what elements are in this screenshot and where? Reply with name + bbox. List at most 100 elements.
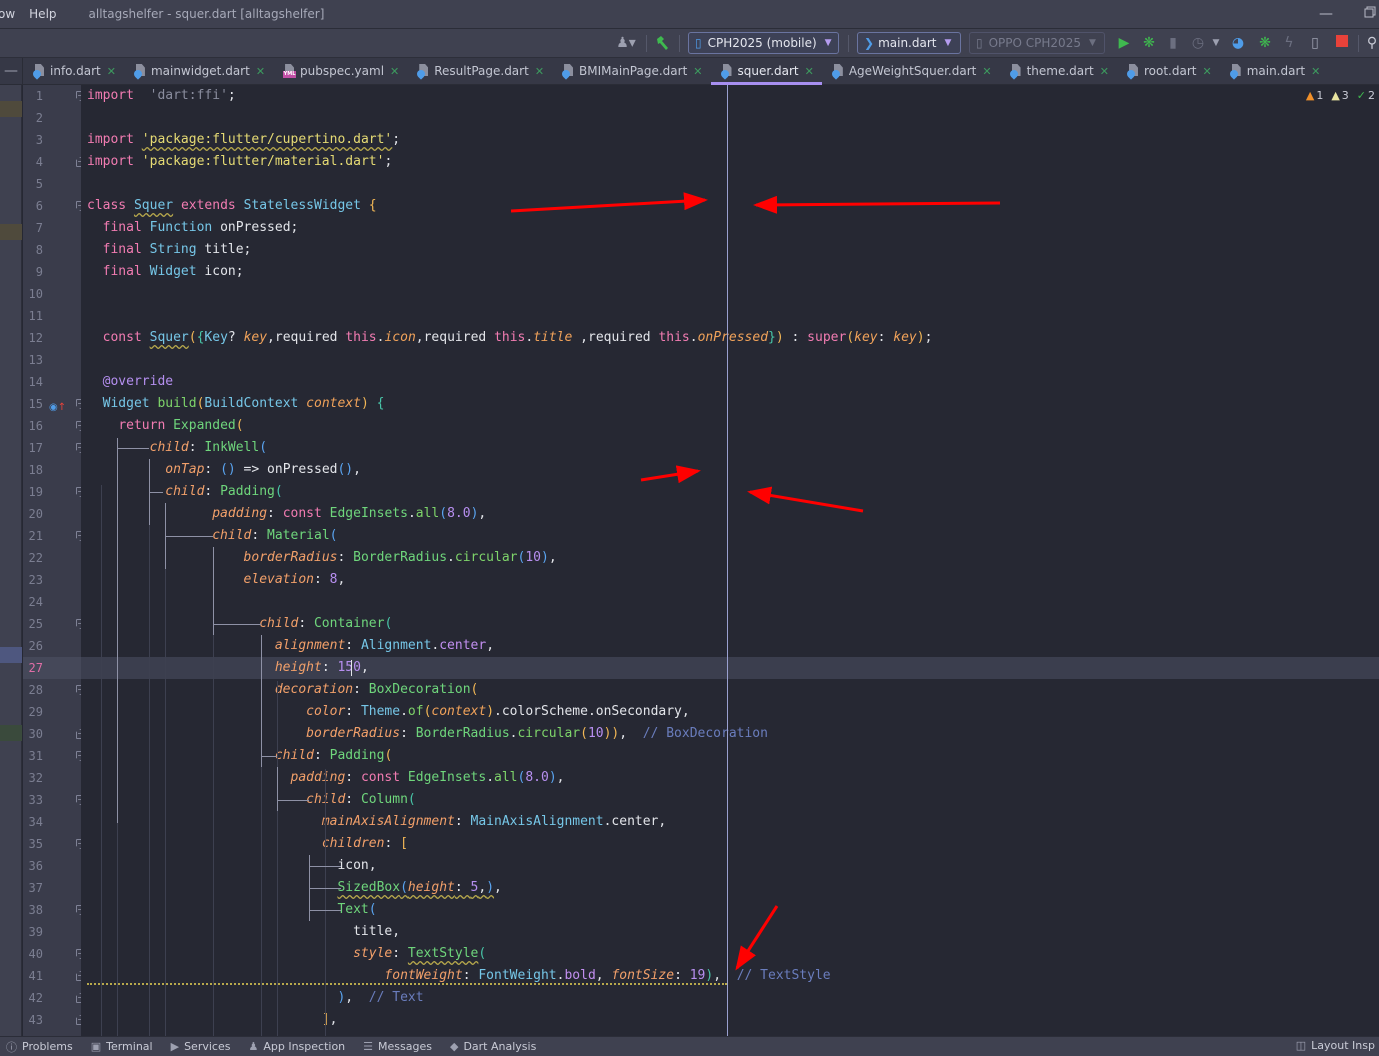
run-config-combo[interactable]: ❯ main.dart ▼ [857, 32, 961, 54]
debug-attach-icon[interactable]: ❋ [1257, 35, 1273, 51]
line-number[interactable]: 20 [23, 503, 43, 525]
code-line[interactable]: alignment: Alignment.center, [81, 635, 1379, 657]
code-line[interactable] [81, 591, 1379, 613]
line-number[interactable]: 12 [23, 327, 43, 349]
tab-info-dart[interactable]: info.dart ✕ [23, 58, 124, 84]
line-number[interactable]: 4 [23, 151, 43, 173]
line-number[interactable]: 29 [23, 701, 43, 723]
line-number[interactable]: 32 [23, 767, 43, 789]
line-number[interactable]: 9 [23, 261, 43, 283]
more-dropdown-icon[interactable]: ▼ [1210, 35, 1222, 51]
code-line[interactable]: Widget build(BuildContext context) { [81, 393, 1379, 415]
device-selector-combo[interactable]: ▯ CPH2025 (mobile) ▼ [688, 32, 839, 54]
user-icon[interactable]: ♟▾ [614, 35, 638, 51]
code-line[interactable]: decoration: BoxDecoration( [81, 679, 1379, 701]
line-number[interactable]: 25 [23, 613, 43, 635]
code-line[interactable] [81, 173, 1379, 195]
close-icon[interactable]: ✕ [390, 65, 399, 78]
profile-icon[interactable]: ◷ [1190, 35, 1206, 51]
tab-mainwidget-dart[interactable]: mainwidget.dart ✕ [124, 58, 273, 84]
line-number[interactable]: 11 [23, 305, 43, 327]
code-line[interactable]: final Function onPressed; [81, 217, 1379, 239]
line-number[interactable]: 30 [23, 723, 43, 745]
code-line[interactable]: elevation: 8, [81, 569, 1379, 591]
code-line[interactable]: class Squer extends StatelessWidget { [81, 195, 1379, 217]
code-line[interactable]: mainAxisAlignment: MainAxisAlignment.cen… [81, 811, 1379, 833]
code-line[interactable]: icon, [81, 855, 1379, 877]
tab-main-dart[interactable]: main.dart ✕ [1220, 58, 1329, 84]
stop-icon[interactable] [1335, 35, 1349, 51]
close-icon[interactable]: ✕ [1100, 65, 1109, 78]
line-number[interactable]: 39 [23, 921, 43, 943]
search-icon[interactable]: ⚲ [1364, 35, 1379, 51]
close-icon[interactable]: ✕ [693, 65, 702, 78]
code-line[interactable] [81, 107, 1379, 129]
line-number[interactable]: 43 [23, 1009, 43, 1031]
code-line[interactable]: height: 150, [81, 657, 1379, 679]
code-line[interactable] [81, 349, 1379, 371]
code-line[interactable]: SizedBox(height: 5,), [81, 877, 1379, 899]
errors-count[interactable]: ▲ 1 [1306, 89, 1323, 102]
tab-squer-dart[interactable]: squer.dart ✕ [710, 58, 823, 85]
tool-window-services[interactable]: ▶ Services [171, 1040, 231, 1053]
line-number[interactable]: 35 [23, 833, 43, 855]
line-number[interactable]: 3 [23, 129, 43, 151]
tabs-collapse-icon[interactable]: — [0, 58, 23, 84]
code-line[interactable]: import 'package:flutter/material.dart'; [81, 151, 1379, 173]
build-hammer-icon[interactable] [654, 35, 670, 51]
tab-bmimainpage-dart[interactable]: BMIMainPage.dart ✕ [552, 58, 710, 84]
code-line[interactable] [81, 283, 1379, 305]
code-line[interactable]: return Expanded( [81, 415, 1379, 437]
close-icon[interactable]: ✕ [256, 65, 265, 78]
line-number[interactable]: 17 [23, 437, 43, 459]
line-number[interactable]: 41 [23, 965, 43, 987]
code-line[interactable]: child: Padding( [81, 481, 1379, 503]
menu-help[interactable]: Help [29, 7, 56, 21]
restore-icon[interactable] [1362, 6, 1378, 22]
layout-inspector-button[interactable]: ◫ Layout Insp [1296, 1039, 1375, 1052]
code-line[interactable]: color: Theme.of(context).colorScheme.onS… [81, 701, 1379, 723]
code-line[interactable]: @override [81, 371, 1379, 393]
minimize-icon[interactable]: — [1318, 6, 1334, 22]
performance-icon[interactable]: ◕ [1230, 35, 1246, 51]
tab-pubspec-yaml[interactable]: YML pubspec.yaml ✕ [273, 58, 407, 84]
tool-window-problems[interactable]: ⓘ Problems [6, 1039, 73, 1055]
menu-window[interactable]: ow [0, 7, 15, 21]
code-line[interactable]: borderRadius: BorderRadius.circular(10))… [81, 723, 1379, 745]
line-number[interactable]: 2 [23, 107, 43, 129]
debug-icon[interactable]: ❋ [1141, 35, 1157, 51]
tab-theme-dart[interactable]: theme.dart ✕ [1000, 58, 1117, 84]
code-line[interactable]: padding: const EdgeInsets.all(8.0), [81, 767, 1379, 789]
line-number[interactable]: 16 [23, 415, 43, 437]
code-line[interactable]: import 'package:flutter/cupertino.dart'; [81, 129, 1379, 151]
line-number[interactable]: 24 [23, 591, 43, 613]
tab-resultpage-dart[interactable]: ResultPage.dart ✕ [407, 58, 552, 84]
line-number[interactable]: 23 [23, 569, 43, 591]
code-line[interactable]: child: Column( [81, 789, 1379, 811]
code-line[interactable]: Text( [81, 899, 1379, 921]
code-line[interactable]: onTap: () => onPressed(), [81, 459, 1379, 481]
tool-window-dart-analysis[interactable]: ◆ Dart Analysis [450, 1040, 536, 1053]
line-number[interactable]: 10 [23, 283, 43, 305]
tab-root-dart[interactable]: root.dart ✕ [1117, 58, 1220, 84]
line-number[interactable]: 15 [23, 393, 43, 415]
line-number[interactable]: 19 [23, 481, 43, 503]
line-number[interactable]: 6 [23, 195, 43, 217]
code-line[interactable]: style: TextStyle( [81, 943, 1379, 965]
line-number[interactable]: 5 [23, 173, 43, 195]
line-number[interactable]: 34 [23, 811, 43, 833]
target-device-combo[interactable]: ▯ OPPO CPH2025 ▼ [969, 32, 1105, 54]
line-number[interactable]: 38 [23, 899, 43, 921]
code-line[interactable]: padding: const EdgeInsets.all(8.0), [81, 503, 1379, 525]
code-line[interactable]: fontWeight: FontWeight.bold, fontSize: 1… [81, 965, 1379, 987]
code-line[interactable]: ), // Text [81, 987, 1379, 1009]
line-number[interactable]: 27 [23, 657, 43, 679]
tool-window-app-inspection[interactable]: ♟ App Inspection [248, 1040, 345, 1053]
run-icon[interactable]: ▶ [1116, 35, 1132, 51]
attach-icon[interactable]: ▮ [1165, 35, 1181, 51]
code-line[interactable]: import 'dart:ffi'; [81, 85, 1379, 107]
close-icon[interactable]: ✕ [1311, 65, 1320, 78]
line-number[interactable]: 21 [23, 525, 43, 547]
tool-window-terminal[interactable]: ▣ Terminal [91, 1040, 153, 1053]
close-icon[interactable]: ✕ [1202, 65, 1211, 78]
